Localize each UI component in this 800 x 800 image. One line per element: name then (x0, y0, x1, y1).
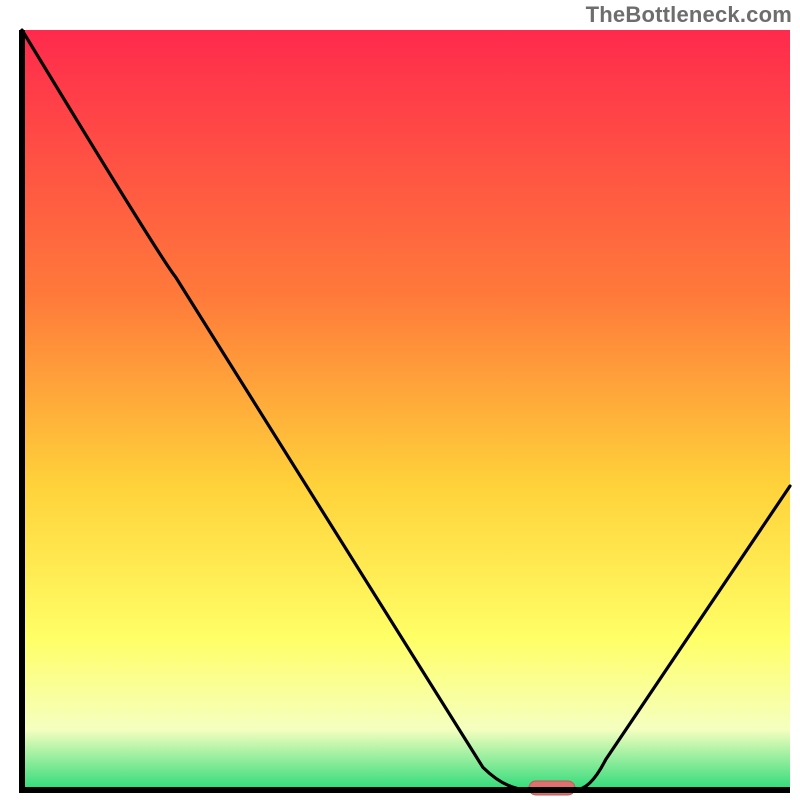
plot-background (22, 30, 790, 790)
bottleneck-plot (0, 0, 800, 800)
chart-container: TheBottleneck.com (0, 0, 800, 800)
